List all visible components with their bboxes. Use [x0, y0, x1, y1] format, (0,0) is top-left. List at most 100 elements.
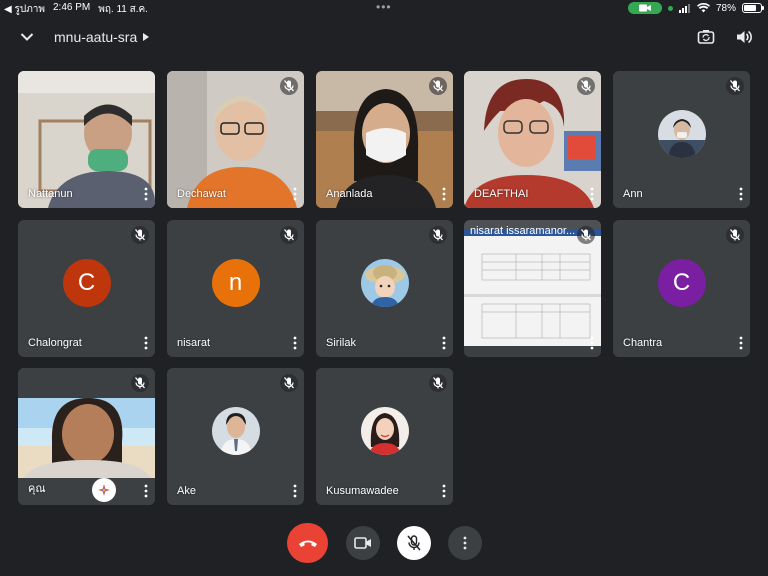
mic-off-icon [284, 377, 294, 389]
switch-camera-button[interactable] [696, 27, 716, 47]
mic-off-indicator [577, 226, 595, 244]
chevron-down-icon [20, 33, 34, 41]
mic-off-icon [581, 229, 591, 241]
phone-hangup-icon [298, 540, 317, 547]
mic-off-icon [433, 80, 443, 92]
mic-off-indicator [577, 77, 595, 95]
screenshare-tile[interactable]: nisarat issaramanor... [464, 220, 601, 357]
participant-name: Ake [177, 485, 196, 497]
mic-off-icon [284, 229, 294, 241]
caret-right-icon [143, 33, 150, 41]
video-camera-icon [354, 537, 371, 549]
participant-tile-nattanun[interactable]: Nattanun [18, 71, 155, 208]
more-options-button[interactable] [448, 526, 482, 560]
more-vertical-icon[interactable] [738, 187, 744, 201]
camera-toggle-button[interactable] [346, 526, 380, 560]
participant-name: คุณ [28, 483, 46, 495]
more-vertical-icon[interactable] [292, 484, 298, 498]
avatar [657, 109, 706, 158]
participant-name: Dechawat [177, 188, 226, 200]
mic-off-icon [135, 229, 145, 241]
mic-off-icon [581, 80, 591, 92]
call-controls [0, 523, 768, 565]
mic-off-icon [730, 80, 740, 92]
audio-output-button[interactable] [734, 27, 754, 47]
avatar [360, 406, 409, 455]
avatar-letter: C [62, 258, 111, 307]
privacy-dot-icon [667, 5, 673, 11]
more-vertical-icon[interactable] [589, 187, 595, 201]
mic-off-icon [433, 229, 443, 241]
mic-off-icon [284, 80, 294, 92]
more-vertical-icon[interactable] [589, 336, 595, 350]
more-vertical-icon[interactable] [738, 336, 744, 350]
mic-off-indicator [131, 374, 149, 392]
participant-tile-ann[interactable]: Ann [613, 71, 750, 208]
meeting-code: mnu-aatu-sra [54, 29, 138, 45]
participant-tile-ake[interactable]: Ake [167, 368, 304, 505]
participant-name: Sirilak [326, 337, 356, 349]
more-vertical-icon[interactable] [441, 484, 447, 498]
participant-tile-sirilak[interactable]: Sirilak [316, 220, 453, 357]
camera-flip-icon [697, 30, 715, 44]
multitasking-dots-icon[interactable]: ••• [376, 0, 392, 14]
avatar-letter: n [211, 258, 260, 307]
meeting-info-button[interactable]: mnu-aatu-sra [54, 29, 150, 45]
avatar-letter: C [657, 258, 706, 307]
participant-name: Nattanun [28, 188, 73, 200]
status-bar: ◀ รูปภาพ 2:46 PM พฤ. 11 ส.ค. ••• 78% [0, 0, 768, 16]
participant-tile-kusumawadee[interactable]: Kusumawadee [316, 368, 453, 505]
battery-percent: 78% [715, 2, 736, 14]
participant-tile-deafthai[interactable]: DEAFTHAI [464, 71, 601, 208]
more-vertical-icon [463, 536, 467, 550]
participant-tile-dechawat[interactable]: Dechawat [167, 71, 304, 208]
mic-off-indicator [726, 226, 744, 244]
more-vertical-icon[interactable] [143, 336, 149, 350]
collapse-button[interactable] [18, 28, 36, 46]
mic-off-indicator [131, 226, 149, 244]
participant-name: Chantra [623, 337, 663, 349]
end-call-button[interactable] [287, 523, 328, 563]
mic-off-indicator [726, 77, 744, 95]
screenshare-title: nisarat issaramanor... [470, 225, 576, 237]
participant-name: Kusumawadee [326, 485, 399, 497]
avatar [211, 406, 260, 455]
mic-off-indicator [280, 77, 298, 95]
more-vertical-icon[interactable] [441, 187, 447, 201]
meeting-header: mnu-aatu-sra [0, 22, 768, 52]
status-time: 2:46 PM [53, 2, 91, 13]
mic-toggle-button[interactable] [397, 526, 431, 560]
participant-tile-self[interactable]: คุณ [18, 368, 155, 505]
participant-tile-nisarat[interactable]: n nisarat [167, 220, 304, 357]
participant-name: DEAFTHAI [474, 188, 529, 200]
avatar [360, 258, 409, 307]
more-vertical-icon[interactable] [143, 187, 149, 201]
battery-icon [742, 3, 764, 13]
status-date: พฤ. 11 ส.ค. [98, 4, 148, 15]
mic-off-indicator [280, 374, 298, 392]
video-camera-icon [638, 4, 651, 12]
more-vertical-icon[interactable] [292, 336, 298, 350]
mic-off-indicator [429, 226, 447, 244]
mic-off-indicator [280, 226, 298, 244]
participant-name: Ann [623, 188, 643, 200]
mic-off-icon [730, 229, 740, 241]
wifi-icon [696, 3, 710, 13]
participant-tile-ananlada[interactable]: Ananlada [316, 71, 453, 208]
camera-in-use-indicator [627, 2, 662, 14]
mic-off-icon [407, 535, 421, 551]
speaker-icon [737, 30, 752, 44]
more-vertical-icon[interactable] [292, 187, 298, 201]
sparkle-icon [98, 484, 110, 496]
mic-off-icon [433, 377, 443, 389]
participant-name: nisarat [177, 337, 211, 349]
mic-off-indicator [429, 77, 447, 95]
more-vertical-icon[interactable] [441, 336, 447, 350]
participant-tile-chalongrat[interactable]: C Chalongrat [18, 220, 155, 357]
participant-tile-chantra[interactable]: C Chantra [613, 220, 750, 357]
visual-effects-button[interactable] [92, 478, 116, 502]
back-to-app-link[interactable]: ◀ รูปภาพ [4, 2, 45, 17]
participant-name: Chalongrat [28, 337, 82, 349]
more-vertical-icon[interactable] [143, 484, 149, 498]
participant-name: Ananlada [326, 188, 373, 200]
